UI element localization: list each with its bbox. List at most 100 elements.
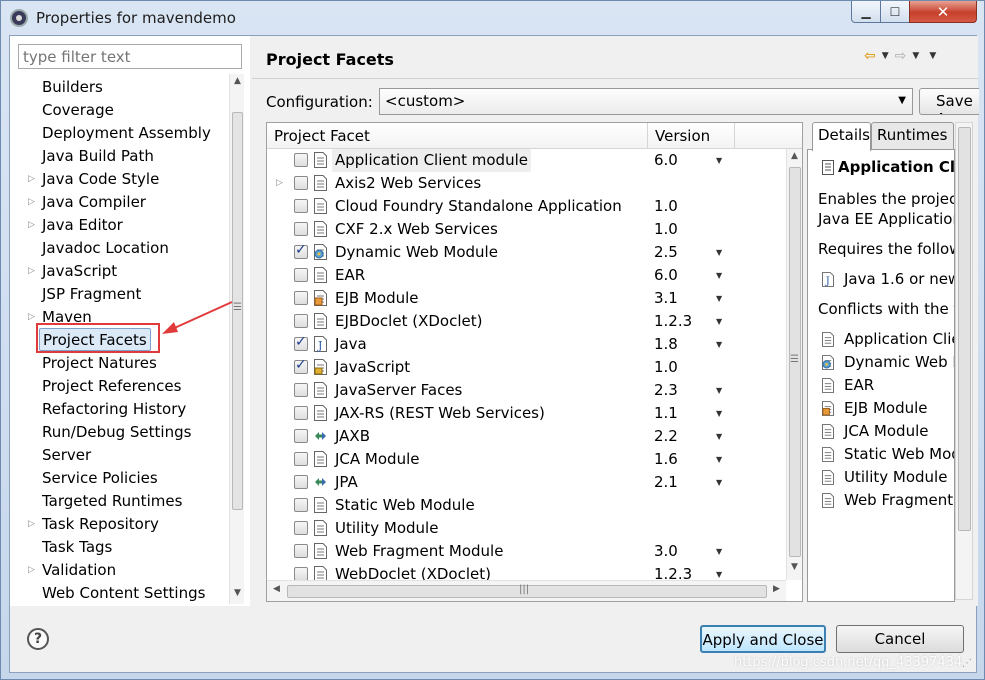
tree-item-web-content-settings[interactable]: Web Content Settings [42, 582, 205, 604]
minimize-button[interactable]: ▁ [851, 1, 881, 23]
resize-grip-icon[interactable]: ⋰ [962, 658, 972, 669]
configuration-select[interactable]: <custom> ▼ [379, 88, 913, 115]
back-arrow-icon[interactable]: ⇦ [864, 48, 876, 64]
close-button[interactable]: ✕ [909, 1, 977, 23]
table-row[interactable]: Cloud Foundry Standalone Application 1.0 [267, 195, 786, 218]
column-header-version[interactable]: Version [648, 123, 735, 149]
version-dropdown-icon[interactable]: ▼ [716, 333, 722, 356]
facet-checkbox[interactable] [294, 334, 308, 351]
tree-item-validation[interactable]: Validation [42, 559, 116, 582]
tree-item-service-policies[interactable]: Service Policies [42, 467, 158, 490]
table-row[interactable]: JPA 2.1 ▼ [267, 471, 786, 494]
facet-checkbox[interactable] [294, 406, 308, 420]
version-dropdown-icon[interactable]: ▼ [716, 563, 722, 580]
version-dropdown-icon[interactable]: ▼ [716, 379, 722, 402]
table-row[interactable]: JCA Module 1.6 ▼ [267, 448, 786, 471]
tree-item-task-repository[interactable]: Task Repository [42, 513, 159, 536]
expand-arrow-icon[interactable]: ▷ [28, 513, 38, 536]
back-dropdown-icon[interactable]: ▼ [882, 51, 889, 61]
table-row[interactable]: JavaServer Faces 2.3 ▼ [267, 379, 786, 402]
facet-version[interactable]: 6.0 [654, 149, 678, 172]
version-dropdown-icon[interactable]: ▼ [716, 402, 722, 425]
scroll-down-icon[interactable]: ▼ [230, 588, 245, 598]
tree-item-coverage[interactable]: Coverage [42, 99, 114, 122]
tree-item-javascript[interactable]: JavaScript [42, 260, 117, 283]
table-row[interactable]: JavaScript 1.0 [267, 356, 786, 379]
apply-and-close-button[interactable]: Apply and Close [700, 625, 826, 653]
expand-arrow-icon[interactable]: ▷ [28, 191, 38, 214]
details-scrollbar[interactable] [955, 122, 973, 600]
facet-checkbox[interactable] [294, 452, 308, 466]
table-row[interactable]: Application Client module 6.0 ▼ [267, 149, 786, 172]
tree-item-java-code-style[interactable]: Java Code Style [42, 168, 159, 191]
table-row[interactable]: Utility Module [267, 517, 786, 540]
tree-item-run-debug-settings[interactable]: Run/Debug Settings [42, 421, 191, 444]
save-as-button[interactable]: Save As... [919, 88, 979, 115]
details-scroll-thumb[interactable] [958, 127, 971, 531]
title-bar[interactable]: Properties for mavendemo ▁ ☐ ✕ [1, 1, 984, 35]
tab-runtimes[interactable]: Runtimes [871, 122, 954, 149]
table-row[interactable]: EJBDoclet (XDoclet) 1.2.3 ▼ [267, 310, 786, 333]
version-dropdown-icon[interactable]: ▼ [716, 264, 722, 287]
table-row[interactable]: ▷ Axis2 Web Services [267, 172, 786, 195]
tree-item-java-editor[interactable]: Java Editor [42, 214, 123, 237]
facet-checkbox[interactable] [294, 242, 308, 259]
facet-version[interactable]: 3.1 [654, 287, 678, 310]
facet-checkbox[interactable] [294, 357, 308, 374]
table-row[interactable]: JAX-RS (REST Web Services) 1.1 ▼ [267, 402, 786, 425]
table-row[interactable]: J Java 1.8 ▼ [267, 333, 786, 356]
table-row[interactable]: WebDoclet (XDoclet) 1.2.3 ▼ [267, 563, 786, 580]
tree-item-project-references[interactable]: Project References [42, 375, 181, 398]
facet-checkbox[interactable] [294, 567, 308, 580]
version-dropdown-icon[interactable]: ▼ [716, 241, 722, 264]
table-row[interactable]: Static Web Module [267, 494, 786, 517]
facet-table-hscroll[interactable]: ◀ ||| ▶ [267, 580, 786, 601]
facet-version[interactable]: 6.0 [654, 264, 678, 287]
tab-details[interactable]: Details [812, 122, 871, 151]
table-row[interactable]: JAXB 2.2 ▼ [267, 425, 786, 448]
facet-checkbox[interactable] [294, 521, 308, 535]
table-row[interactable]: EAR 6.0 ▼ [267, 264, 786, 287]
facet-version[interactable]: 2.1 [654, 471, 678, 494]
expand-arrow-icon[interactable]: ▷ [28, 214, 38, 237]
filter-input[interactable] [18, 44, 242, 69]
scroll-down-icon[interactable]: ▼ [787, 562, 802, 572]
facet-version[interactable]: 1.2.3 [654, 310, 692, 333]
tree-item-task-tags[interactable]: Task Tags [42, 536, 112, 559]
version-dropdown-icon[interactable]: ▼ [716, 471, 722, 494]
version-dropdown-icon[interactable]: ▼ [716, 310, 722, 333]
scroll-up-icon[interactable]: ▲ [787, 151, 802, 161]
forward-arrow-icon[interactable]: ⇨ [895, 48, 907, 64]
help-icon[interactable]: ? [27, 628, 49, 650]
maximize-button[interactable]: ☐ [880, 1, 910, 23]
scroll-up-icon[interactable]: ▲ [230, 76, 245, 86]
view-menu-icon[interactable]: ▼ [929, 51, 936, 61]
table-row[interactable]: CXF 2.x Web Services 1.0 [267, 218, 786, 241]
tree-item-builders[interactable]: Builders [42, 76, 103, 99]
facet-version[interactable]: 1.2.3 [654, 563, 692, 580]
tree-scrollbar[interactable]: ▲ ☰ ▼ [229, 74, 244, 604]
facet-checkbox[interactable] [294, 314, 308, 328]
facet-version[interactable]: 1.1 [654, 402, 678, 425]
scroll-right-icon[interactable]: ▶ [769, 584, 784, 594]
facet-version[interactable]: 2.5 [654, 241, 678, 264]
forward-dropdown-icon[interactable]: ▼ [912, 51, 919, 61]
facet-checkbox[interactable] [294, 199, 308, 213]
table-row[interactable]: EJB Module 3.1 ▼ [267, 287, 786, 310]
cancel-button[interactable]: Cancel [836, 625, 964, 653]
facet-checkbox[interactable] [294, 498, 308, 512]
facet-checkbox[interactable] [294, 383, 308, 397]
facet-version[interactable]: 2.2 [654, 425, 678, 448]
expand-arrow-icon[interactable]: ▷ [276, 172, 283, 195]
facet-version[interactable]: 3.0 [654, 540, 678, 563]
tree-item-java-compiler[interactable]: Java Compiler [42, 191, 146, 214]
facet-checkbox[interactable] [294, 222, 308, 236]
facet-checkbox[interactable] [294, 544, 308, 558]
tree-item-jsp-fragment[interactable]: JSP Fragment [42, 283, 141, 306]
column-header-facet[interactable]: Project Facet [267, 123, 648, 149]
tree-item-server[interactable]: Server [42, 444, 91, 467]
version-dropdown-icon[interactable]: ▼ [716, 540, 722, 563]
facet-table-vscroll[interactable]: ▲ ☰ ▼ [786, 149, 802, 580]
version-dropdown-icon[interactable]: ▼ [716, 149, 722, 172]
facet-checkbox[interactable] [294, 268, 308, 282]
